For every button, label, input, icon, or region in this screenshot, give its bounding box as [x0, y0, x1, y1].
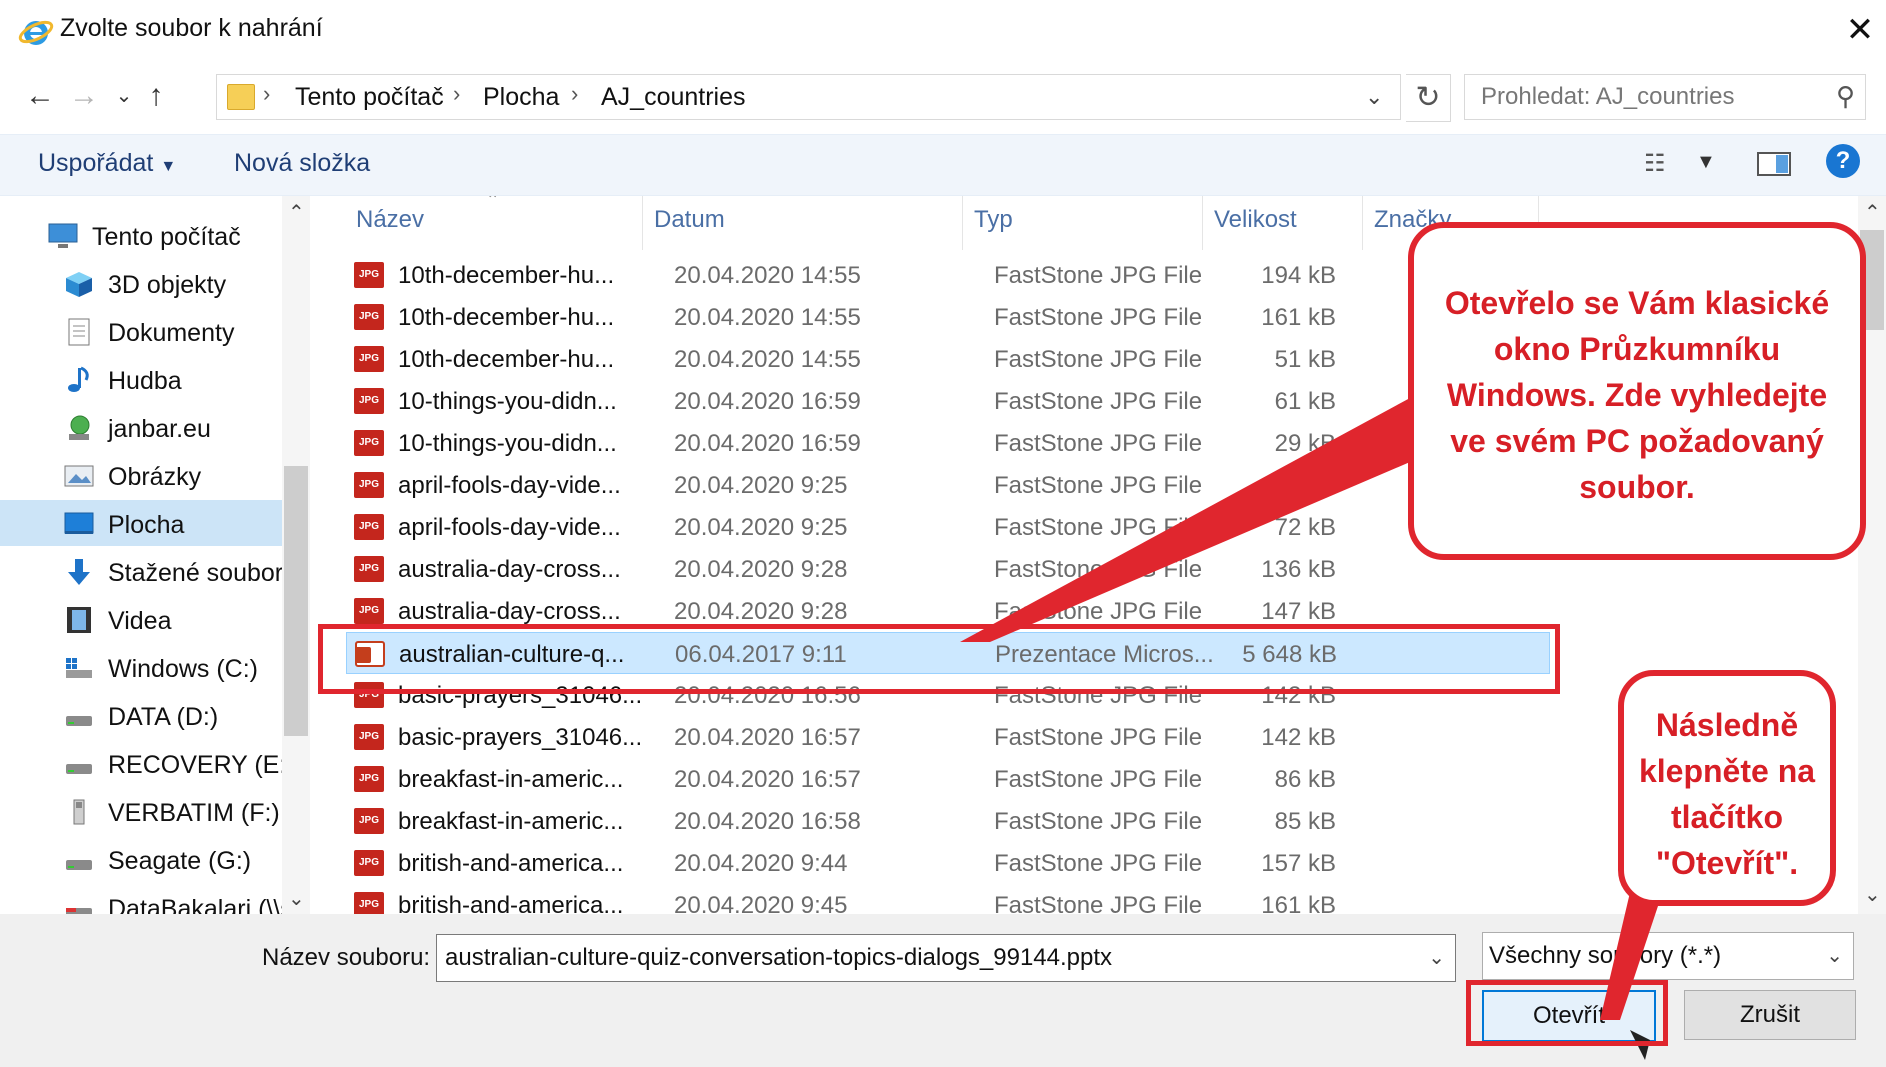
- callout-click-open: Následně klepněte na tlačítko "Otevřít".: [1618, 670, 1836, 906]
- callout-explorer-window: Otevřelo se Vám klasické okno Průzkumník…: [1408, 222, 1866, 560]
- file-open-dialog: Zvolte soubor k nahrání ✕ ← → ⌄ ↑ › Tent…: [0, 0, 1886, 1067]
- highlight-open-button: [1466, 980, 1668, 1046]
- highlight-selected-file: [318, 624, 1560, 694]
- callout-1-pointer: [960, 398, 1410, 642]
